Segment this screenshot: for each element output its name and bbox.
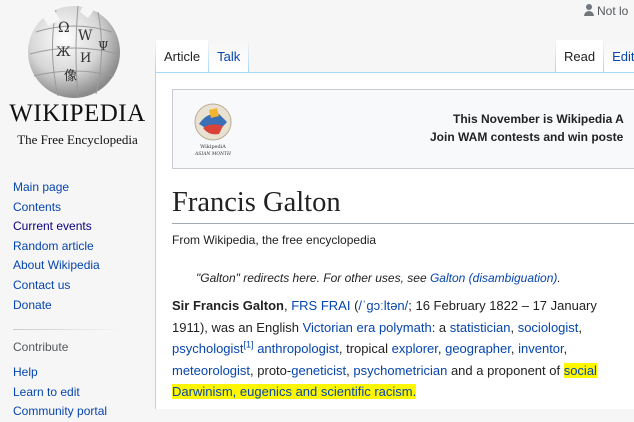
user-icon bbox=[584, 4, 594, 16]
hatnote-text: "Galton" redirects here. For other uses,… bbox=[196, 271, 430, 285]
wikipedia-asian-month-logo: WikipediA ASIAN MONTH bbox=[194, 103, 232, 157]
navigation-menu: Main page Contents Current events Random… bbox=[13, 178, 143, 315]
hatnote-end: . bbox=[557, 271, 561, 285]
logo-glyph: W bbox=[78, 28, 93, 44]
tab-edit[interactable]: Edit bbox=[604, 40, 634, 72]
logo-glyph: Ψ bbox=[98, 39, 109, 53]
reference-1[interactable]: [1] bbox=[244, 340, 254, 350]
ipa-link[interactable]: /ˈɡɔːltən/ bbox=[358, 298, 408, 313]
logo-glyph: Ж bbox=[56, 45, 71, 60]
explorer-link[interactable]: explorer bbox=[392, 341, 438, 356]
not-logged-in-link[interactable]: Not lo bbox=[584, 4, 628, 18]
logo-glyph: И bbox=[80, 51, 91, 66]
text-run: and bbox=[291, 384, 321, 399]
wam-logo-text-2: ASIAN MONTH bbox=[194, 151, 231, 157]
text-run: . bbox=[412, 384, 417, 399]
tagline: The Free Encyclopedia bbox=[17, 132, 138, 147]
contribute-heading: Contribute bbox=[13, 329, 143, 355]
banner-headline: This November is Wikipedia A bbox=[453, 112, 624, 126]
postnominals-link[interactable]: FRS FRAI bbox=[291, 298, 350, 313]
psychologist-link[interactable]: psychologist bbox=[172, 341, 244, 356]
polymath-link[interactable]: polymath bbox=[379, 320, 432, 335]
text-run: : a bbox=[431, 319, 450, 335]
sidebar-item-learn-to-edit[interactable]: Learn to edit bbox=[13, 385, 80, 399]
contribute-menu: Help Learn to edit Community portal bbox=[13, 363, 143, 422]
victorian-era-link[interactable]: Victorian era bbox=[303, 320, 376, 335]
namespace-tabs: Article Talk bbox=[155, 40, 250, 72]
inventor-link[interactable]: inventor bbox=[518, 341, 564, 356]
statistician-link[interactable]: statistician bbox=[450, 320, 511, 335]
tab-article[interactable]: Article bbox=[156, 40, 209, 72]
campaign-banner[interactable]: WikipediA ASIAN MONTH This November is W… bbox=[172, 89, 634, 169]
sidebar-item-help[interactable]: Help bbox=[13, 365, 38, 379]
banner-subline: Join WAM contests and win poste bbox=[430, 130, 624, 144]
tab-read[interactable]: Read bbox=[556, 40, 604, 72]
disambiguation-link[interactable]: Galton (disambiguation) bbox=[430, 271, 557, 285]
site-subtitle: From Wikipedia, the free encyclopedia bbox=[172, 233, 377, 247]
content-area: WikipediA ASIAN MONTH This November is W… bbox=[155, 72, 634, 409]
meteorologist-link[interactable]: meteorologist bbox=[172, 363, 250, 378]
wam-logo-text-1: WikipediA bbox=[200, 144, 226, 150]
sidebar-item-contact-us[interactable]: Contact us bbox=[13, 278, 70, 292]
sidebar-item-about-wikipedia[interactable]: About Wikipedia bbox=[13, 258, 100, 272]
subject-name: Sir Francis Galton bbox=[172, 298, 284, 313]
tab-separator bbox=[248, 40, 250, 72]
sidebar-item-random-article[interactable]: Random article bbox=[13, 239, 94, 253]
eugenics-link[interactable]: eugenics bbox=[240, 384, 292, 399]
view-tabs: Read Edit bbox=[555, 40, 634, 72]
logo-glyph: 像 bbox=[64, 69, 77, 84]
text-run: , tropical bbox=[338, 341, 392, 356]
page-title: Francis Galton bbox=[172, 183, 634, 224]
sidebar-item-current-events[interactable]: Current events bbox=[13, 219, 92, 233]
psychometrician-link[interactable]: psychometrician bbox=[353, 363, 447, 378]
sidebar-item-community-portal[interactable]: Community portal bbox=[13, 404, 107, 418]
text-run: and a proponent of bbox=[447, 362, 564, 378]
text-run: , proto- bbox=[250, 362, 292, 378]
sidebar-item-contents[interactable]: Contents bbox=[13, 200, 61, 214]
sidebar-item-main-page[interactable]: Main page bbox=[13, 180, 69, 194]
wikipedia-logo[interactable]: Ω W Ж И Ψ 像 WIKIPEDIA The Free Encyclope… bbox=[0, 0, 155, 160]
wordmark: WIKIPEDIA bbox=[9, 100, 146, 127]
geneticist-link[interactable]: geneticist bbox=[291, 363, 346, 378]
logo-glyph: Ω bbox=[58, 20, 70, 36]
tab-talk[interactable]: Talk bbox=[209, 40, 249, 72]
sidebar-item-donate[interactable]: Donate bbox=[13, 298, 52, 312]
lead-paragraph: Sir Francis Galton, FRS FRAI (/ˈɡɔːltən/… bbox=[172, 298, 597, 399]
sidebar: Main page Contents Current events Random… bbox=[13, 178, 143, 422]
hatnote: "Galton" redirects here. For other uses,… bbox=[196, 271, 561, 285]
sociologist-link[interactable]: sociologist bbox=[518, 320, 579, 335]
scientific-racism-link[interactable]: scientific racism bbox=[321, 384, 413, 399]
geographer-link[interactable]: geographer bbox=[445, 341, 511, 356]
globe-icon: Ω W Ж И Ψ 像 bbox=[28, 4, 120, 99]
not-logged-in-label: Not lo bbox=[597, 4, 629, 18]
anthropologist-link[interactable]: anthropologist bbox=[257, 341, 339, 356]
